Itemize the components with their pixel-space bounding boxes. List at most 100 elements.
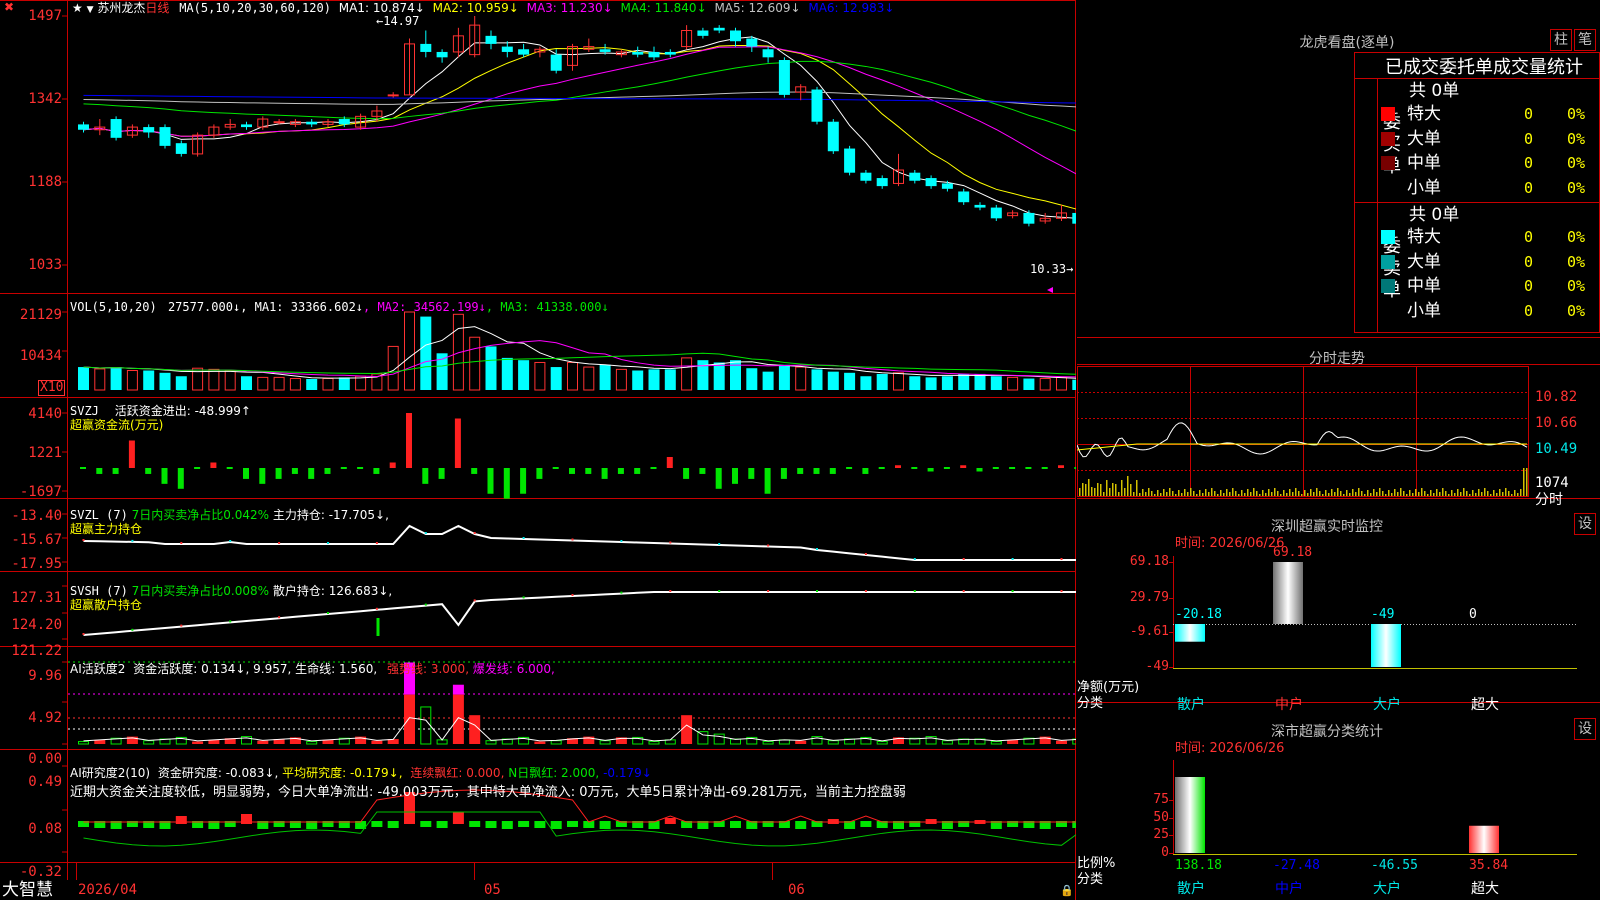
sell-total: 共 0单 bbox=[1409, 205, 1460, 225]
volume-bar-down bbox=[501, 357, 513, 390]
ma-label: MA1: bbox=[338, 1, 369, 15]
intraday-vol-bar bbox=[1472, 490, 1474, 496]
intraday-vol-bar bbox=[1199, 490, 1201, 496]
intraday-vol-bar bbox=[1115, 484, 1117, 496]
research-green-line bbox=[83, 811, 1076, 847]
intraday-vol-bar bbox=[1409, 490, 1411, 496]
date-axis-label: 06 bbox=[788, 882, 805, 898]
ma-line-60 bbox=[83, 91, 1076, 108]
intraday-vol-bar bbox=[1169, 488, 1171, 496]
ma-value: 11.840↓ bbox=[650, 1, 707, 15]
intraday-title[interactable]: 分时走势 bbox=[1247, 348, 1427, 368]
flow-bar-neutral bbox=[1025, 467, 1032, 469]
volume-bar-up bbox=[289, 378, 301, 391]
activity-bar-outline bbox=[697, 731, 709, 745]
flow-bar-out bbox=[487, 468, 494, 494]
intraday-vol-bar bbox=[1145, 492, 1147, 496]
svzl-line-dot bbox=[424, 532, 427, 534]
intraday-vol-bar bbox=[1229, 492, 1231, 496]
intraday-vol-bar bbox=[1301, 494, 1303, 496]
intraday-vol-bar bbox=[1487, 491, 1489, 496]
flow-bar-out bbox=[422, 468, 429, 484]
svsh-header: SVSH (7) 7日内买卖净占比0.008% 散户持仓: 126.683↓, bbox=[70, 584, 393, 598]
volume-bar-down bbox=[909, 376, 921, 390]
intraday-vol-bar bbox=[1214, 491, 1216, 496]
sz-monitor-axis-label: -49 bbox=[1145, 659, 1169, 674]
flow-bar-out bbox=[96, 468, 103, 474]
svsh-line-dot bbox=[82, 633, 85, 635]
svsh-line-dot bbox=[962, 590, 965, 592]
activity-bar bbox=[469, 715, 481, 744]
activity-bar-outline bbox=[550, 740, 562, 745]
candle-body-down bbox=[518, 49, 530, 55]
intraday-vol-bar bbox=[1247, 489, 1249, 496]
main-chart-area[interactable]: ✖ ★ ▼ 苏州龙杰日线 MA(5,10,20,30,60,120) MA1: … bbox=[0, 0, 1076, 900]
volume-bar-down bbox=[420, 316, 432, 390]
intraday-vol-bar bbox=[1433, 493, 1435, 496]
research-bar-green bbox=[567, 821, 578, 827]
activity-bar bbox=[371, 740, 383, 744]
sz-class-settings-button[interactable]: 设 bbox=[1574, 718, 1596, 740]
intraday-vol-bar bbox=[1241, 490, 1243, 496]
volume-bar-down bbox=[746, 368, 758, 390]
buy-total: 共 0单 bbox=[1409, 81, 1460, 101]
svzl-line-dot bbox=[1011, 558, 1014, 560]
candle-body-down bbox=[110, 119, 122, 138]
tick-view-button[interactable]: 笔 bbox=[1574, 29, 1596, 51]
intraday-vol-bar bbox=[1478, 489, 1480, 496]
sz-monitor-bar-value: 69.18 bbox=[1273, 545, 1313, 560]
intraday-vol-bar bbox=[1361, 491, 1363, 496]
intraday-vol-bar bbox=[1205, 489, 1207, 496]
flow-bar-out bbox=[780, 468, 787, 479]
ma-label: MA5: bbox=[710, 1, 745, 15]
svsh-line-dot bbox=[571, 594, 574, 596]
svsh-line-dot bbox=[1011, 590, 1014, 592]
candle-body-down bbox=[925, 178, 937, 187]
activity-bar-outline bbox=[648, 741, 660, 745]
sz-class-bar-value: -46.55 bbox=[1371, 858, 1418, 873]
intraday-vol-bar bbox=[1160, 493, 1162, 496]
order-type-label: 中单 bbox=[1407, 153, 1441, 173]
volume-bar-down bbox=[974, 373, 986, 390]
svsh-line-dot bbox=[473, 599, 476, 602]
candle-body-down bbox=[420, 43, 432, 52]
volume-bar-down bbox=[306, 378, 318, 390]
sz-monitor-category: 超大 bbox=[1471, 697, 1499, 713]
stock-dropdown-icon[interactable]: ▼ bbox=[87, 5, 94, 15]
volume-bar-down bbox=[241, 376, 252, 390]
candle-body-up bbox=[387, 94, 399, 97]
intraday-vol-bar bbox=[1286, 493, 1288, 496]
intraday-vol-bar bbox=[1295, 488, 1297, 496]
intraday-vol-bar bbox=[1316, 488, 1318, 496]
ai-activity-axis-label: 0.00 bbox=[28, 751, 62, 767]
intraday-vol-bar bbox=[1166, 492, 1168, 496]
sz-monitor-bar bbox=[1273, 562, 1303, 624]
sz-monitor-settings-button[interactable]: 设 bbox=[1574, 513, 1596, 535]
ma-value: 12.983↓ bbox=[838, 1, 895, 15]
svzj-axis-label: 4140 bbox=[28, 406, 62, 422]
intraday-vol-bar bbox=[1118, 492, 1120, 496]
intraday-vol-bar bbox=[1178, 490, 1180, 496]
flow-bar-out bbox=[699, 468, 706, 474]
intraday-vol-bar bbox=[1523, 468, 1525, 496]
intraday-vol-bar bbox=[1430, 490, 1432, 496]
sz-class-bar-value: 35.84 bbox=[1469, 858, 1509, 873]
sz-monitor-bar-value: -49 bbox=[1371, 607, 1395, 622]
volume-bar-down bbox=[958, 373, 970, 390]
column-view-button[interactable]: 柱 bbox=[1550, 29, 1572, 51]
svsh-axis-label: 127.31 bbox=[11, 590, 62, 606]
sz-monitor-category: 中户 bbox=[1275, 697, 1303, 713]
volume-bar-down bbox=[925, 377, 937, 390]
research-bar-green bbox=[501, 821, 513, 829]
chart-canvas[interactable] bbox=[0, 0, 1076, 900]
volume-bar-up bbox=[126, 370, 138, 391]
intraday-vol-bar bbox=[1250, 492, 1252, 496]
stock-name[interactable]: 苏州龙杰 bbox=[97, 1, 145, 15]
flow-bar-neutral bbox=[80, 467, 86, 469]
flow-bar-neutral bbox=[943, 467, 950, 469]
period-label[interactable]: 日线 bbox=[145, 1, 169, 15]
star-icon[interactable]: ★ bbox=[72, 1, 83, 15]
intraday-vol-bar bbox=[1292, 492, 1294, 496]
intraday-vol-bar bbox=[1211, 488, 1213, 496]
lock-icon[interactable]: 🔒 bbox=[1060, 884, 1074, 898]
